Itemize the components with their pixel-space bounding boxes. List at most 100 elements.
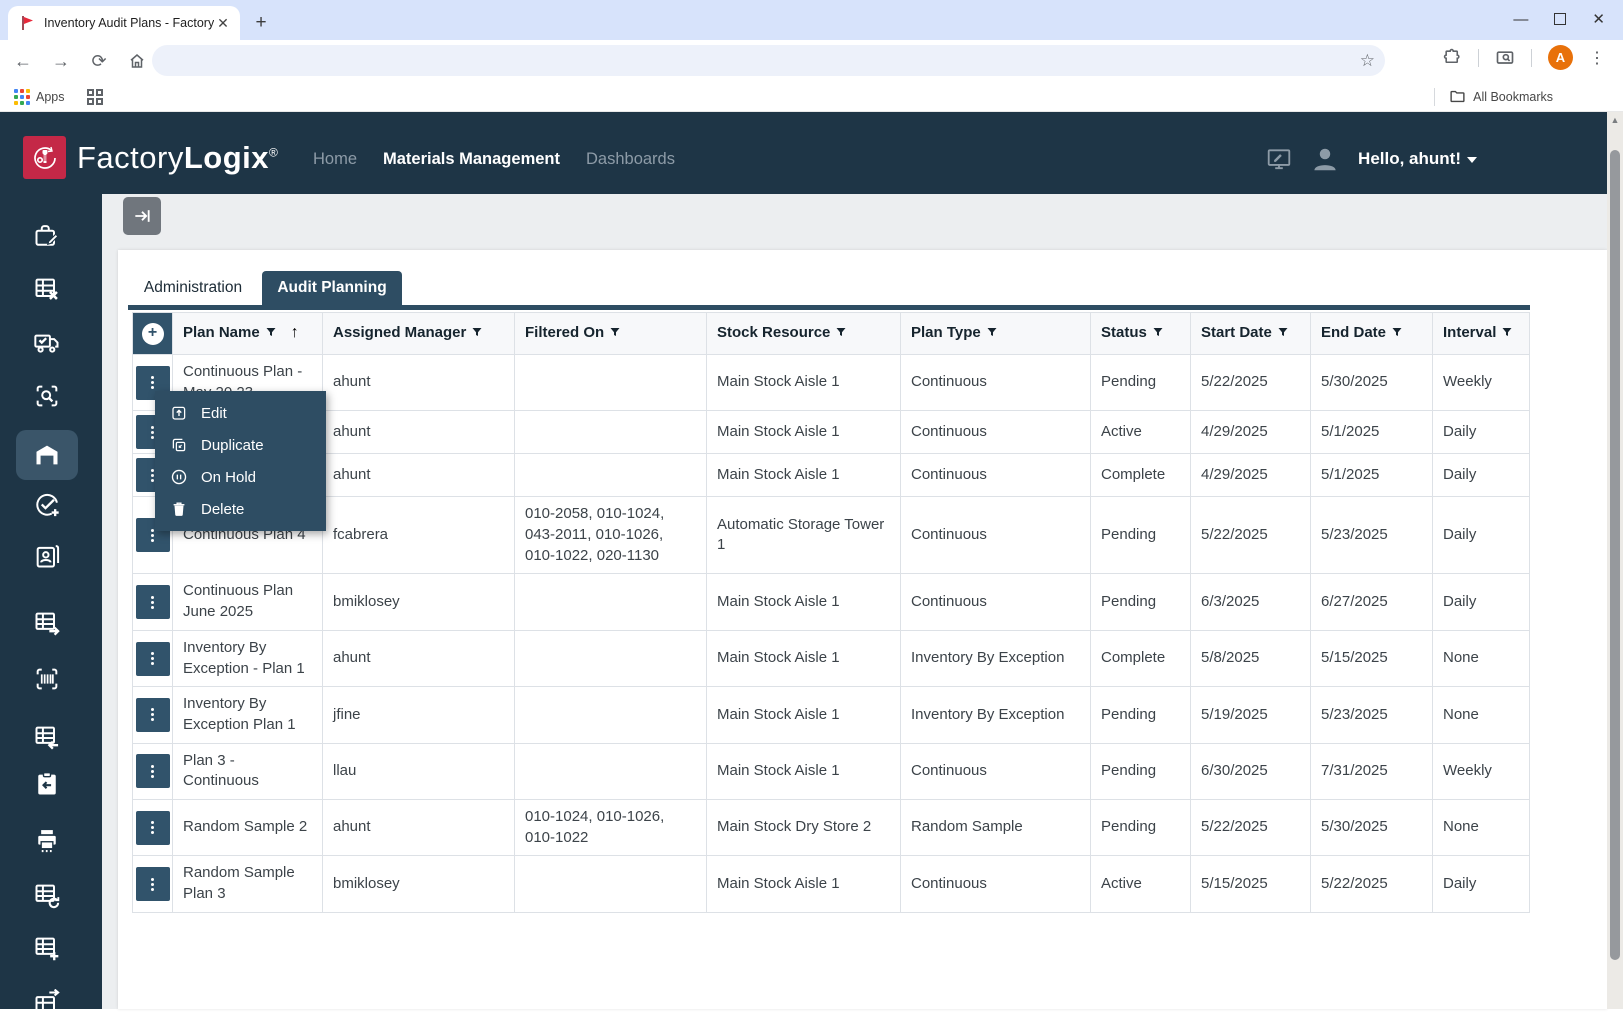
sidebar-item-briefcase-edit[interactable] bbox=[16, 211, 78, 261]
add-plan-icon[interactable]: + bbox=[142, 323, 164, 345]
tab-audit-planning[interactable]: Audit Planning bbox=[262, 271, 402, 305]
context-menu-item-duplicate[interactable]: Duplicate bbox=[155, 429, 326, 461]
cell-status: Pending bbox=[1091, 743, 1191, 799]
user-icon[interactable] bbox=[1310, 144, 1340, 174]
nav-link-dashboards[interactable]: Dashboards bbox=[586, 150, 675, 169]
side-panel-search-icon[interactable] bbox=[1495, 48, 1515, 68]
home-icon[interactable] bbox=[122, 46, 152, 76]
sidebar-item-barcode-scan[interactable] bbox=[16, 654, 78, 704]
cell-end-date: 5/30/2025 bbox=[1311, 355, 1433, 411]
nav-link-materials-management[interactable]: Materials Management bbox=[383, 150, 560, 169]
tab-administration[interactable]: Administration bbox=[128, 271, 258, 305]
nav-link-home[interactable]: Home bbox=[313, 150, 357, 169]
browser-tab[interactable]: Inventory Audit Plans - FactoryL ✕ bbox=[8, 6, 240, 40]
window-minimize-button[interactable]: — bbox=[1513, 11, 1528, 28]
filter-icon[interactable] bbox=[830, 324, 847, 341]
column-header-assigned-manager[interactable]: Assigned Manager bbox=[323, 313, 515, 355]
extensions-icon[interactable] bbox=[1443, 48, 1462, 67]
sidebar-item-check-plus[interactable] bbox=[16, 480, 78, 530]
address-bar[interactable]: ☆ bbox=[152, 45, 1385, 76]
ellipsis-vertical-icon bbox=[151, 652, 154, 665]
context-menu-item-delete[interactable]: Delete bbox=[155, 493, 326, 525]
profile-avatar[interactable]: A bbox=[1548, 45, 1573, 70]
filter-icon[interactable] bbox=[260, 324, 277, 341]
cell-filtered-on: 010-2058, 010-1024, 043-2011, 010-1026, … bbox=[515, 497, 707, 574]
sidebar-collapse-button[interactable] bbox=[123, 197, 161, 235]
forward-icon[interactable]: → bbox=[46, 46, 76, 76]
sidebar-item-truck-check[interactable] bbox=[16, 317, 78, 367]
cell-start-date: 6/30/2025 bbox=[1191, 743, 1311, 799]
scroll-up-icon[interactable]: ▲ bbox=[1607, 112, 1623, 129]
column-header-status[interactable]: Status bbox=[1091, 313, 1191, 355]
sidebar-item-printer[interactable] bbox=[16, 815, 78, 865]
sidebar-item-clipboard-return[interactable] bbox=[16, 759, 78, 809]
sidebar-item-table-transfer[interactable] bbox=[16, 978, 78, 1028]
filter-icon[interactable] bbox=[1147, 324, 1164, 341]
reload-icon[interactable]: ⟳ bbox=[84, 46, 114, 76]
grid-icon[interactable] bbox=[87, 89, 103, 105]
column-header-start-date[interactable]: Start Date bbox=[1191, 313, 1311, 355]
filter-icon[interactable] bbox=[466, 324, 483, 341]
column-header-filtered-on[interactable]: Filtered On bbox=[515, 313, 707, 355]
column-header-plan-name[interactable]: Plan Name↑ bbox=[173, 313, 323, 355]
column-header-plan-type[interactable]: Plan Type bbox=[901, 313, 1091, 355]
ellipsis-vertical-icon bbox=[151, 596, 154, 609]
column-header-interval[interactable]: Interval bbox=[1433, 313, 1530, 355]
sort-asc-icon[interactable]: ↑ bbox=[291, 324, 299, 341]
sidebar-item-table-arrow-left[interactable] bbox=[16, 712, 78, 762]
apps-label[interactable]: Apps bbox=[36, 90, 65, 104]
window-close-button[interactable]: ✕ bbox=[1592, 10, 1605, 28]
column-header-end-date[interactable]: End Date bbox=[1311, 313, 1433, 355]
audit-plans-table: +Plan Name↑Assigned ManagerFiltered OnSt… bbox=[132, 312, 1530, 913]
table-row: Inventory By Exception Plan 1jfineMain S… bbox=[133, 687, 1530, 743]
cell-stock-resource: Main Stock Aisle 1 bbox=[707, 454, 901, 497]
window-maximize-button[interactable] bbox=[1554, 13, 1566, 25]
edit-icon bbox=[170, 404, 188, 422]
filter-icon[interactable] bbox=[981, 324, 998, 341]
sidebar-item-table-refresh[interactable] bbox=[16, 870, 78, 920]
row-menu-button[interactable] bbox=[136, 811, 170, 845]
check-plus-icon bbox=[33, 491, 61, 519]
cell-plan-type: Continuous bbox=[901, 355, 1091, 411]
kiosk-monitor-icon[interactable] bbox=[1266, 146, 1292, 172]
row-menu-button[interactable] bbox=[136, 642, 170, 676]
cell-plan-type: Continuous bbox=[901, 856, 1091, 912]
ellipsis-vertical-icon bbox=[151, 426, 154, 439]
filter-icon[interactable] bbox=[1272, 324, 1289, 341]
all-bookmarks-label[interactable]: All Bookmarks bbox=[1473, 90, 1553, 104]
column-header-stock-resource[interactable]: Stock Resource bbox=[707, 313, 901, 355]
page-scrollbar[interactable]: ▲ bbox=[1607, 112, 1623, 1009]
filter-icon[interactable] bbox=[1386, 324, 1403, 341]
row-menu-button[interactable] bbox=[136, 585, 170, 619]
filter-icon[interactable] bbox=[604, 324, 621, 341]
bookmarks-folder-icon bbox=[1449, 88, 1466, 105]
sidebar-item-table-arrow-right[interactable] bbox=[16, 598, 78, 648]
scrollbar-thumb[interactable] bbox=[1610, 150, 1620, 960]
factorylogix-logo-icon[interactable] bbox=[23, 136, 66, 179]
sidebar-item-scan-search[interactable] bbox=[16, 371, 78, 421]
cell-status: Pending bbox=[1091, 799, 1191, 855]
cell-assigned-manager: ahunt bbox=[323, 411, 515, 454]
sidebar-item-warehouse[interactable] bbox=[16, 430, 78, 480]
sidebar-item-id-badge[interactable] bbox=[16, 531, 78, 581]
tab-title: Inventory Audit Plans - FactoryL bbox=[44, 16, 214, 30]
row-menu-button[interactable] bbox=[136, 867, 170, 901]
tab-close-icon[interactable]: ✕ bbox=[214, 14, 232, 32]
browser-menu-icon[interactable]: ⋮ bbox=[1589, 48, 1605, 68]
user-menu[interactable]: Hello, ahunt! bbox=[1358, 149, 1477, 169]
context-menu-item-edit[interactable]: Edit bbox=[155, 397, 326, 429]
row-menu-button[interactable] bbox=[136, 754, 170, 788]
add-plan-header-cell[interactable]: + bbox=[133, 313, 173, 355]
row-menu-button[interactable] bbox=[136, 698, 170, 732]
cell-plan-name: Continuous Plan June 2025 bbox=[173, 574, 323, 630]
cell-status: Active bbox=[1091, 856, 1191, 912]
sidebar-item-table-remove[interactable] bbox=[16, 264, 78, 314]
cell-interval: Weekly bbox=[1433, 355, 1530, 411]
sidebar-item-table-add[interactable] bbox=[16, 923, 78, 973]
bookmark-star-icon[interactable]: ☆ bbox=[1360, 51, 1375, 71]
filter-icon[interactable] bbox=[1496, 324, 1513, 341]
apps-grid-icon[interactable] bbox=[14, 89, 30, 105]
back-icon[interactable]: ← bbox=[8, 46, 38, 76]
new-tab-button[interactable]: + bbox=[248, 10, 274, 36]
context-menu-item-on-hold[interactable]: On Hold bbox=[155, 461, 326, 493]
